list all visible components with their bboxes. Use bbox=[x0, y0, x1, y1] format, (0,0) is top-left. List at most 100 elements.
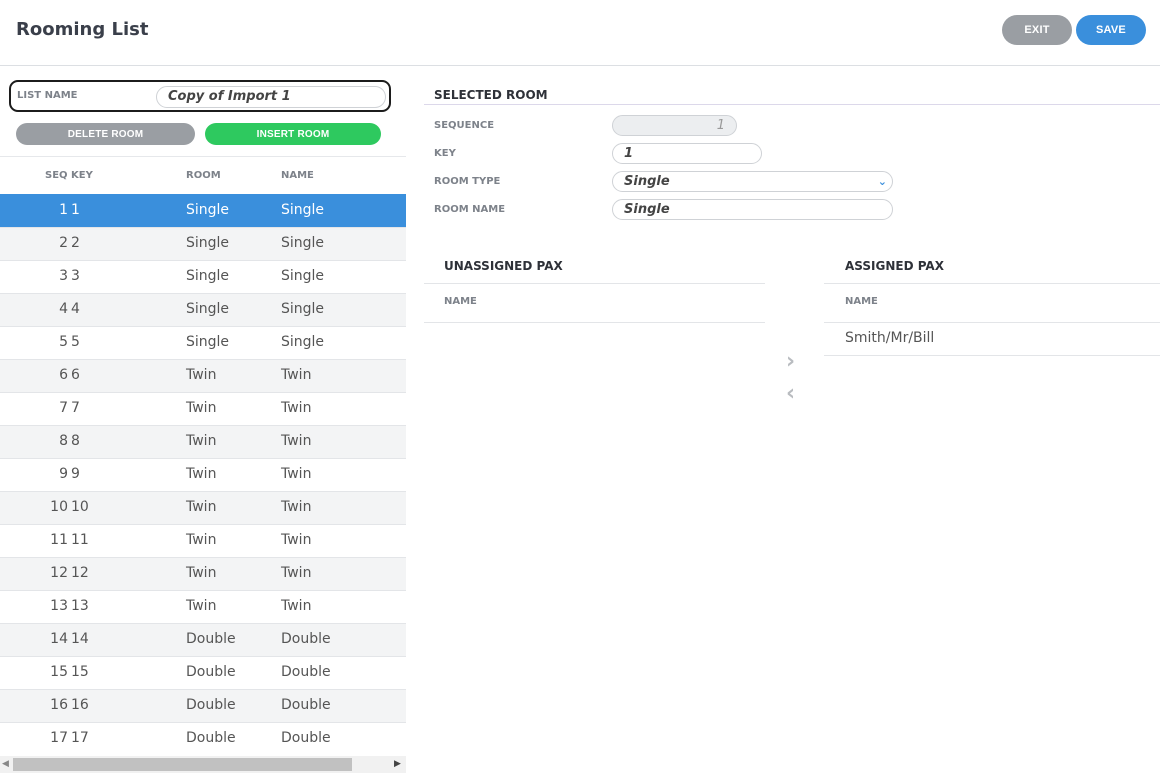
assigned-pax-item[interactable]: Smith/Mr/Bill bbox=[845, 330, 934, 346]
save-button[interactable]: SAVE bbox=[1076, 15, 1146, 45]
row-key: 8 bbox=[71, 433, 80, 449]
row-name: Single bbox=[281, 202, 325, 218]
list-name-input[interactable]: Copy of Import 1 bbox=[156, 86, 386, 108]
table-row[interactable]: 8 8 Twin Twin bbox=[0, 425, 406, 458]
scrollbar-thumb[interactable] bbox=[13, 758, 352, 771]
assigned-name-column: NAME bbox=[845, 296, 878, 307]
table-row[interactable]: 16 16 Double Double bbox=[0, 689, 406, 722]
row-key: 12 bbox=[71, 565, 89, 581]
table-row[interactable]: 12 12 Twin Twin bbox=[0, 557, 406, 590]
row-seq: 6 bbox=[59, 367, 68, 383]
row-room: Twin bbox=[186, 400, 217, 416]
row-key: 6 bbox=[71, 367, 80, 383]
row-key: 1 bbox=[71, 202, 80, 218]
unassigned-column-divider bbox=[424, 322, 765, 323]
row-name: Twin bbox=[281, 367, 312, 383]
room-name-field[interactable]: Single bbox=[612, 199, 893, 220]
row-name: Twin bbox=[281, 400, 312, 416]
row-room: Twin bbox=[186, 565, 217, 581]
assigned-header-divider bbox=[824, 283, 1160, 284]
row-seq: 3 bbox=[59, 268, 68, 284]
row-name: Single bbox=[281, 334, 325, 350]
scroll-right-arrow-icon[interactable]: ▶ bbox=[394, 759, 401, 769]
delete-room-button[interactable]: DELETE ROOM bbox=[16, 123, 195, 145]
row-key: 16 bbox=[71, 697, 89, 713]
row-seq: 2 bbox=[59, 235, 68, 251]
column-header-room[interactable]: ROOM bbox=[186, 170, 221, 181]
row-room: Single bbox=[186, 334, 230, 350]
row-seq: 8 bbox=[59, 433, 68, 449]
row-name: Twin bbox=[281, 598, 312, 614]
row-room: Single bbox=[186, 202, 230, 218]
unassigned-header-divider bbox=[424, 283, 765, 284]
key-field[interactable]: 1 bbox=[612, 143, 762, 164]
column-header-seq[interactable]: SEQ bbox=[45, 170, 68, 181]
table-header: SEQ KEY ROOM NAME bbox=[0, 156, 406, 194]
table-row[interactable]: 9 9 Twin Twin bbox=[0, 458, 406, 491]
row-room: Single bbox=[186, 268, 230, 284]
table-row[interactable]: 6 6 Twin Twin bbox=[0, 359, 406, 392]
row-name: Single bbox=[281, 301, 325, 317]
assigned-row-divider bbox=[824, 355, 1160, 356]
sequence-label: SEQUENCE bbox=[434, 120, 495, 131]
table-row[interactable]: 14 14 Double Double bbox=[0, 623, 406, 656]
row-key: 2 bbox=[71, 235, 80, 251]
insert-room-button[interactable]: INSERT ROOM bbox=[205, 123, 381, 145]
row-name: Double bbox=[281, 631, 331, 647]
sequence-field: 1 bbox=[612, 115, 737, 136]
table-row[interactable]: 15 15 Double Double bbox=[0, 656, 406, 689]
row-key: 7 bbox=[71, 400, 80, 416]
row-key: 14 bbox=[71, 631, 89, 647]
row-room: Twin bbox=[186, 433, 217, 449]
row-room: Twin bbox=[186, 598, 217, 614]
chevron-left-icon[interactable]: ‹ bbox=[786, 381, 795, 406]
row-name: Twin bbox=[281, 466, 312, 482]
column-header-key[interactable]: KEY bbox=[71, 170, 93, 181]
row-room: Twin bbox=[186, 499, 217, 515]
table-body: 1 1 Single Single 2 2 Single Single 3 3 Single Sing… bbox=[0, 194, 406, 755]
table-row[interactable]: 1 1 Single Single bbox=[0, 194, 406, 227]
row-room: Double bbox=[186, 730, 236, 746]
row-room: Double bbox=[186, 631, 236, 647]
room-type-select[interactable]: Single ⌄ bbox=[612, 171, 893, 192]
table-row[interactable]: 2 2 Single Single bbox=[0, 227, 406, 260]
table-row[interactable]: 13 13 Twin Twin bbox=[0, 590, 406, 623]
exit-button[interactable]: EXIT bbox=[1002, 15, 1072, 45]
table-row[interactable]: 3 3 Single Single bbox=[0, 260, 406, 293]
row-key: 11 bbox=[71, 532, 89, 548]
row-key: 4 bbox=[71, 301, 80, 317]
row-key: 9 bbox=[71, 466, 80, 482]
row-room: Twin bbox=[186, 367, 217, 383]
row-name: Double bbox=[281, 730, 331, 746]
row-room: Twin bbox=[186, 532, 217, 548]
column-header-name[interactable]: NAME bbox=[281, 170, 314, 181]
row-key: 13 bbox=[71, 598, 89, 614]
scroll-left-arrow-icon[interactable]: ◀ bbox=[2, 759, 9, 769]
row-name: Double bbox=[281, 664, 331, 680]
table-row[interactable]: 4 4 Single Single bbox=[0, 293, 406, 326]
horizontal-scrollbar[interactable]: ◀ ▶ bbox=[0, 756, 406, 773]
page-title: Rooming List bbox=[16, 19, 149, 40]
row-name: Single bbox=[281, 235, 325, 251]
unassigned-pax-title: UNASSIGNED PAX bbox=[444, 259, 563, 273]
key-label: KEY bbox=[434, 148, 456, 159]
row-key: 5 bbox=[71, 334, 80, 350]
table-row[interactable]: 17 17 Double Double bbox=[0, 722, 406, 755]
table-row[interactable]: 10 10 Twin Twin bbox=[0, 491, 406, 524]
assigned-column-divider bbox=[824, 322, 1160, 323]
room-type-label: ROOM TYPE bbox=[434, 176, 501, 187]
row-room: Single bbox=[186, 235, 230, 251]
row-key: 17 bbox=[71, 730, 89, 746]
table-row[interactable]: 5 5 Single Single bbox=[0, 326, 406, 359]
chevron-right-icon[interactable]: › bbox=[786, 349, 795, 374]
row-room: Double bbox=[186, 664, 236, 680]
row-seq: 11 bbox=[50, 532, 68, 548]
row-room: Twin bbox=[186, 466, 217, 482]
row-seq: 17 bbox=[50, 730, 68, 746]
table-row[interactable]: 11 11 Twin Twin bbox=[0, 524, 406, 557]
table-row[interactable]: 7 7 Twin Twin bbox=[0, 392, 406, 425]
chevron-down-icon: ⌄ bbox=[877, 175, 887, 188]
section-divider bbox=[424, 104, 1160, 105]
row-name: Twin bbox=[281, 532, 312, 548]
row-seq: 16 bbox=[50, 697, 68, 713]
